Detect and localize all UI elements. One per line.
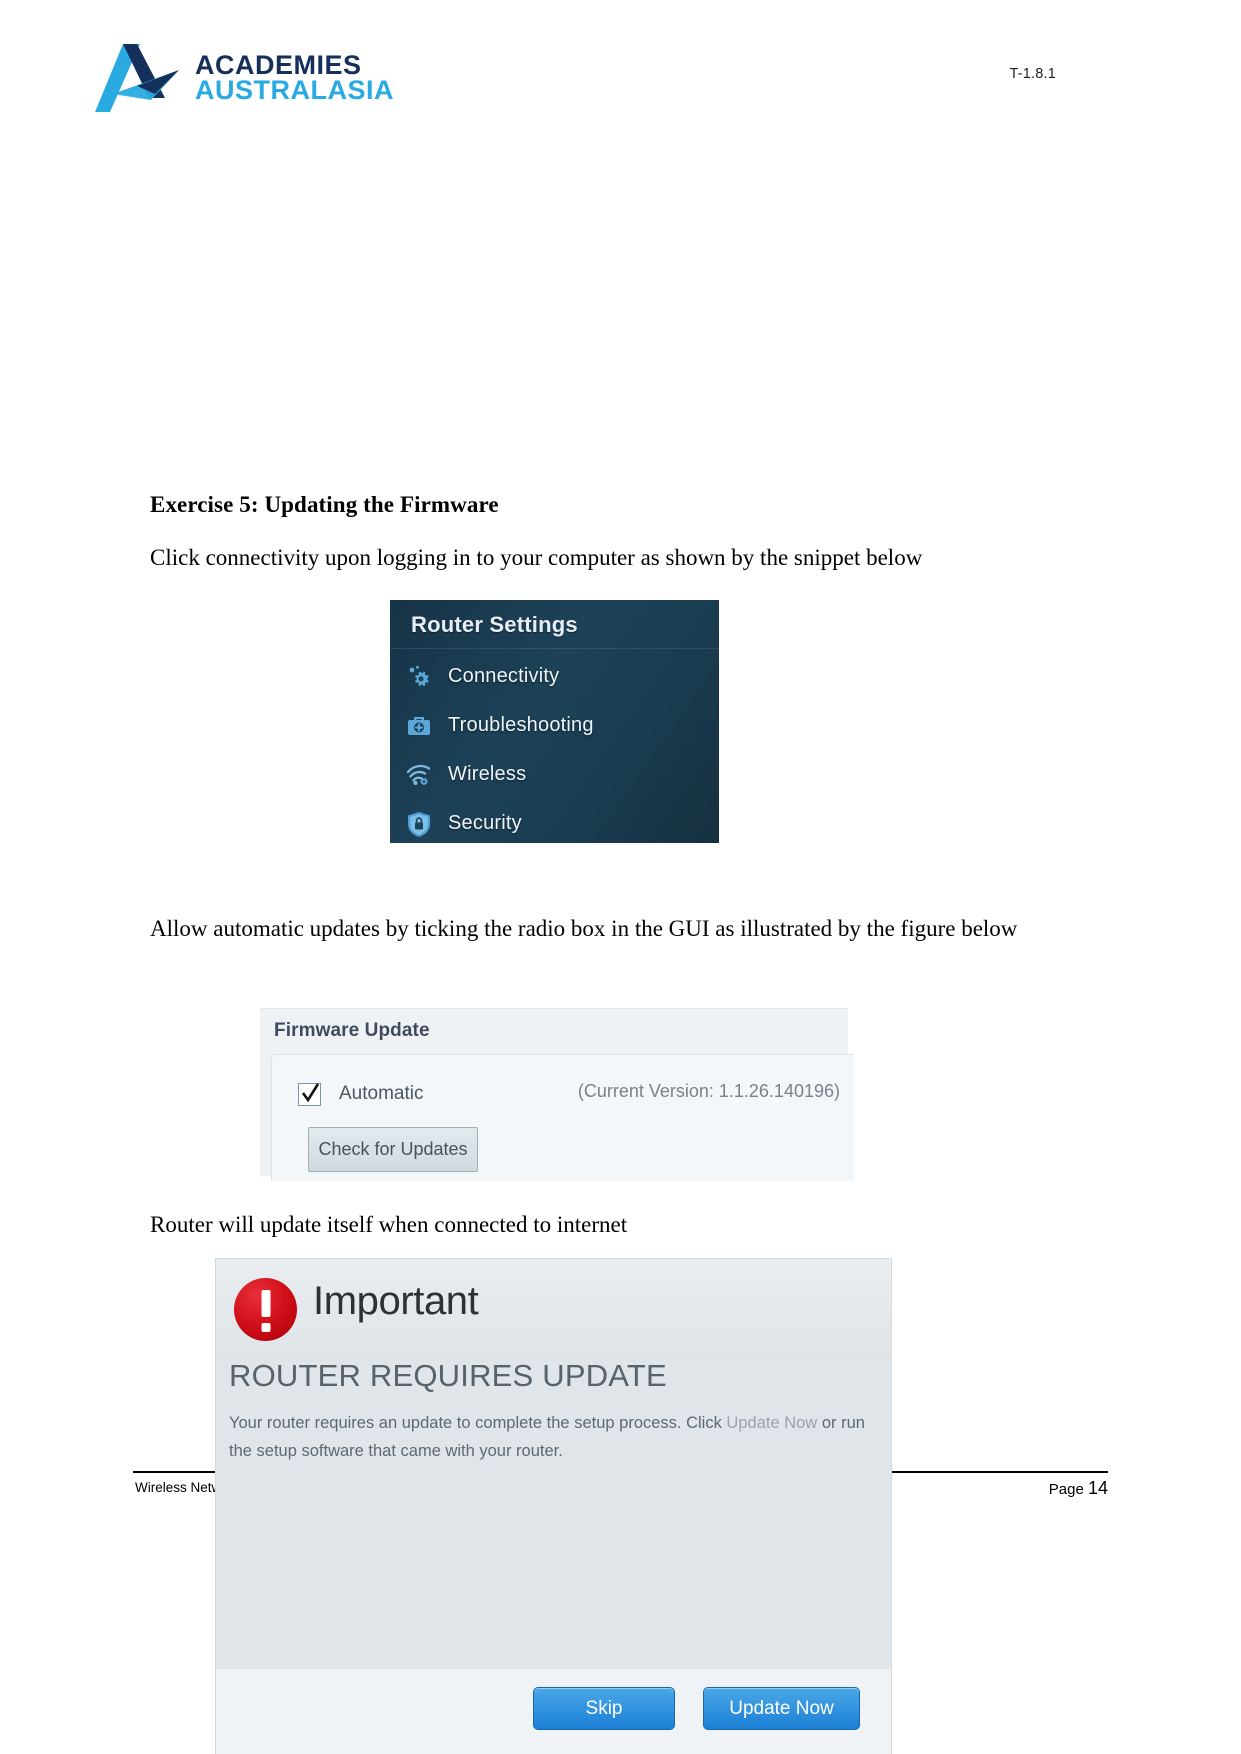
automatic-label: Automatic	[339, 1083, 424, 1104]
gear-icon	[404, 662, 434, 692]
logo-mark-icon	[93, 42, 185, 114]
skip-button[interactable]: Skip	[533, 1687, 675, 1730]
check-for-updates-button[interactable]: Check for Updates	[308, 1127, 478, 1172]
footer-page: Page 14	[1049, 1478, 1108, 1499]
shield-lock-icon	[404, 809, 434, 839]
router-menu-item-security[interactable]: Security	[390, 799, 719, 843]
router-menu-item-wireless[interactable]: Wireless	[390, 750, 719, 799]
router-menu-label: Troubleshooting	[448, 714, 594, 736]
router-settings-panel: Router Settings Connectivity Troubleshoo…	[390, 600, 719, 843]
footer-page-number: 14	[1087, 1478, 1108, 1498]
paragraph-router-will-update: Router will update itself when connected…	[150, 1212, 628, 1237]
dialog-heading: ROUTER REQUIRES UPDATE	[229, 1358, 667, 1393]
update-now-button[interactable]: Update Now	[703, 1687, 860, 1730]
toolbox-icon	[404, 711, 434, 741]
footer-title: Wireless Netw	[135, 1480, 222, 1495]
firmware-update-title: Firmware Update	[274, 1020, 430, 1041]
router-menu-item-connectivity[interactable]: Connectivity	[390, 652, 719, 701]
dialog-message-highlight: Update Now	[726, 1414, 818, 1432]
academies-australasia-logo: ACADEMIES AUSTRALASIA	[93, 42, 394, 114]
page-title: Exercise 5: Updating the Firmware	[150, 492, 499, 517]
footer-page-label: Page	[1048, 1481, 1088, 1498]
paragraph-click-connectivity: Click connectivity upon logging in to yo…	[150, 545, 923, 570]
router-menu-item-troubleshooting[interactable]: Troubleshooting	[390, 701, 719, 750]
dialog-title: Important	[313, 1279, 479, 1323]
important-dialog: Important ROUTER REQUIRES UPDATE Your ro…	[216, 1259, 891, 1754]
dialog-message-part1: Your router requires an update to comple…	[229, 1414, 727, 1432]
firmware-update-body: Automatic (Current Version: 1.1.26.14019…	[271, 1054, 854, 1181]
wifi-icon	[404, 760, 434, 790]
paragraph-allow-automatic-updates: Allow automatic updates by ticking the r…	[150, 916, 1018, 941]
router-settings-title: Router Settings	[411, 612, 578, 637]
dialog-footer: Skip Update Now	[216, 1668, 891, 1754]
page-header: ACADEMIES AUSTRALASIA T-1.8.1	[0, 0, 1241, 150]
firmware-update-panel: Firmware Update Automatic (Current Versi…	[260, 1008, 854, 1181]
document-code: T-1.8.1	[1009, 66, 1056, 82]
automatic-checkbox[interactable]	[298, 1082, 321, 1106]
router-settings-divider	[390, 648, 719, 649]
dialog-message: Your router requires an update to comple…	[229, 1409, 869, 1465]
current-version-text: (Current Version: 1.1.26.140196)	[577, 1081, 840, 1101]
dialog-header: Important	[216, 1259, 891, 1361]
logo-text-line2: AUSTRALASIA	[195, 75, 394, 105]
router-menu-label: Connectivity	[448, 665, 560, 687]
router-menu-label: Wireless	[448, 763, 527, 785]
router-menu-label: Security	[448, 812, 522, 834]
alert-exclamation-icon	[234, 1278, 297, 1341]
